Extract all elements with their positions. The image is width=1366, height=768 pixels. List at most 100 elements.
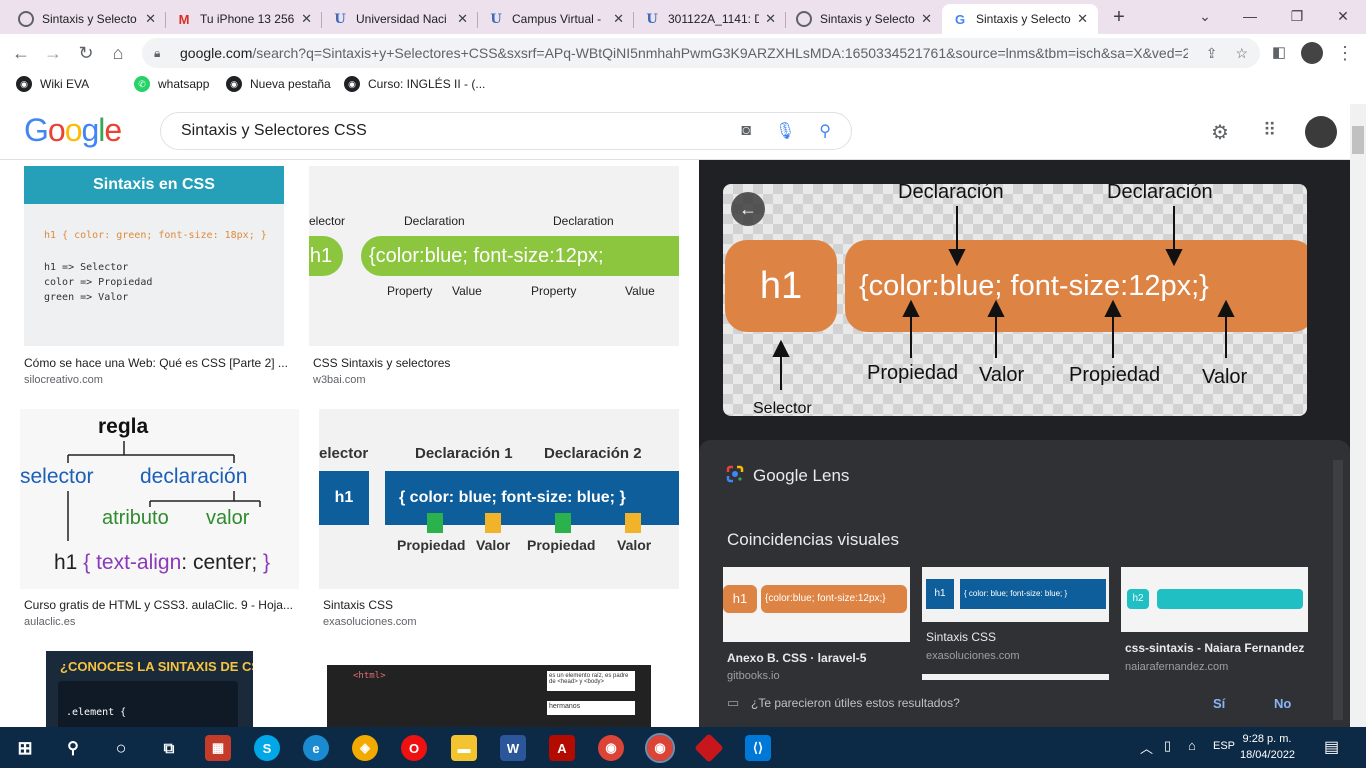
tab-sintaxis-active[interactable]: G Sintaxis y Selecto ✕	[942, 4, 1098, 34]
preview-image[interactable]: Declaración Declaración h1 {color:blue; …	[723, 184, 1307, 416]
bookmark-wiki-eva[interactable]: ◉ Wiki EVA	[16, 76, 89, 92]
vpn-icon[interactable]: ◈	[352, 735, 378, 761]
lens-title[interactable]: Google Lens	[753, 466, 849, 486]
tab-course[interactable]: U 301122A_1141: D ✕	[634, 4, 786, 34]
result-title-3[interactable]: Curso gratis de HTML y CSS3. aulaClic. 9…	[24, 598, 294, 612]
search-box[interactable]: Sintaxis y Selectores CSS ◙ 🎙︎ ⚲	[160, 112, 852, 150]
new-tab-button[interactable]: +	[1106, 6, 1132, 28]
result-image-3[interactable]: regla selector declaración atributo valo…	[20, 409, 299, 589]
result-source-4[interactable]: exasoluciones.com	[323, 616, 417, 628]
search-icon[interactable]: ⚲	[819, 121, 831, 141]
file-explorer-icon[interactable]: ▬	[451, 735, 477, 761]
tab-sintaxis-2[interactable]: Sintaxis y Selecto ✕	[786, 4, 942, 34]
language-indicator[interactable]: ESP	[1213, 740, 1235, 752]
search-icon[interactable]: ⚲	[60, 735, 86, 761]
apps-icon[interactable]: ⠿	[1263, 120, 1276, 141]
chevron-up-icon[interactable]: ︿	[1140, 738, 1153, 757]
result-title-4[interactable]: Sintaxis CSS	[323, 598, 593, 612]
result-source-3[interactable]: aulaclic.es	[24, 616, 75, 628]
opera-icon[interactable]: O	[401, 735, 427, 761]
share-icon[interactable]: ⇪	[1206, 45, 1218, 62]
visual-match-source-3[interactable]: naiarafernandez.com	[1125, 661, 1228, 673]
result-source-2[interactable]: w3bai.com	[313, 374, 366, 386]
task-view-icon[interactable]: ⧉	[156, 735, 182, 761]
tab-gmail[interactable]: M Tu iPhone 13 256 ✕	[166, 4, 322, 34]
camera-icon[interactable]: ◙	[741, 122, 751, 140]
address-bar[interactable]: 🔒︎ google.com/search?q=Sintaxis+y+Select…	[142, 38, 1260, 68]
home-button[interactable]: ⌂	[107, 42, 129, 64]
result-source-1[interactable]: silocreativo.com	[24, 374, 103, 386]
result-image-1[interactable]: Sintaxis en CSS h1 { color: green; font-…	[24, 166, 284, 346]
vscode-icon[interactable]: ⟨⟩	[745, 735, 771, 761]
visual-match-source-1[interactable]: gitbooks.io	[727, 670, 780, 682]
minimize-button[interactable]: —	[1235, 4, 1265, 28]
close-icon[interactable]: ✕	[921, 11, 932, 27]
clock[interactable]: 9:28 p. m. 18/04/2022	[1240, 731, 1295, 763]
acrobat-icon[interactable]: A	[549, 735, 575, 761]
close-icon[interactable]: ✕	[457, 11, 468, 27]
forward-button[interactable]: →	[42, 42, 64, 64]
back-button[interactable]: ←	[10, 42, 32, 64]
search-input[interactable]: Sintaxis y Selectores CSS	[181, 122, 717, 140]
visual-match-3[interactable]: h2	[1121, 567, 1308, 632]
panel-scrollbar[interactable]	[1333, 460, 1343, 720]
feedback-no-button[interactable]: No	[1274, 696, 1291, 711]
reload-button[interactable]: ↻	[75, 42, 97, 64]
word-icon[interactable]: W	[500, 735, 526, 761]
network-icon[interactable]: ⌂	[1188, 738, 1196, 753]
menu-icon[interactable]: ⋮	[1334, 42, 1356, 64]
tab-sintaxis-1[interactable]: Sintaxis y Selecto ✕	[8, 4, 166, 34]
close-icon[interactable]: ✕	[145, 11, 156, 27]
notifications-icon[interactable]: ▤	[1324, 737, 1339, 757]
skype-icon[interactable]: S	[254, 735, 280, 761]
chrome-icon[interactable]: ◉	[598, 735, 624, 761]
tab-campus[interactable]: U Campus Virtual - ✕	[478, 4, 634, 34]
cortana-icon[interactable]: ○	[108, 735, 134, 761]
close-icon[interactable]: ✕	[613, 11, 624, 27]
edge-icon[interactable]: e	[303, 735, 329, 761]
winrar-icon[interactable]: ▦	[205, 735, 231, 761]
tab-universidad[interactable]: U Universidad Naci ✕	[322, 4, 478, 34]
close-icon[interactable]: ✕	[1077, 11, 1088, 27]
result-title-2[interactable]: CSS Sintaxis y selectores	[313, 356, 583, 370]
bookmark-curso-ingles[interactable]: ◉ Curso: INGLÉS II - (...	[344, 76, 485, 92]
scrollbar-thumb[interactable]	[1352, 126, 1364, 154]
close-window-button[interactable]: ✕	[1328, 4, 1358, 28]
result2-decl1: Declaration	[404, 214, 465, 228]
visual-match-1[interactable]: h1 {color:blue; font-size:12px;}	[723, 567, 910, 642]
restore-button[interactable]: ❐	[1282, 4, 1312, 28]
feedback-yes-button[interactable]: Sí	[1213, 696, 1225, 711]
visual-match-source-2[interactable]: exasoluciones.com	[926, 650, 1020, 662]
result-title-1[interactable]: Cómo se hace una Web: Qué es CSS [Parte …	[24, 356, 294, 370]
windows-start-icon[interactable]: ⊞	[12, 735, 38, 761]
result-image-4[interactable]: elector Declaración 1 Declaración 2 h1 {…	[319, 409, 679, 589]
visual-match-4[interactable]	[922, 674, 1109, 680]
star-icon[interactable]: ☆	[1235, 45, 1248, 62]
device-icon[interactable]: ▯	[1164, 738, 1171, 754]
result-image-5[interactable]: ¿CONOCES LA SINTAXIS DE CSS? .element {	[46, 651, 253, 727]
anydesk-icon[interactable]	[694, 733, 724, 763]
page-scrollbar[interactable]	[1350, 104, 1366, 727]
yellow-arrow-icon	[485, 513, 501, 533]
visual-match-title-1[interactable]: Anexo B. CSS · laravel-5	[727, 651, 866, 665]
profile-avatar[interactable]	[1301, 42, 1323, 64]
visual-match-title-2[interactable]: Sintaxis CSS	[926, 630, 996, 644]
bookmark-whatsapp[interactable]: ✆ whatsapp	[134, 76, 209, 92]
microphone-icon[interactable]: 🎙︎	[775, 121, 795, 141]
visual-match-2[interactable]: h1 { color: blue; font-size: blue; }	[922, 567, 1109, 622]
preview-prop1: Propiedad	[867, 362, 959, 384]
settings-icon[interactable]: ⚙	[1211, 120, 1229, 145]
visual-match-title-3[interactable]: css-sintaxis - Naiara Fernandez	[1125, 641, 1304, 655]
result1-code-line: h1 { color: green; font-size: 18px; }	[44, 230, 267, 241]
back-arrow-icon[interactable]: ←	[731, 192, 765, 226]
result-image-2[interactable]: elector Declaration Declaration h1 {colo…	[309, 166, 679, 346]
bookmark-nueva-pestana[interactable]: ◉ Nueva pestaña	[226, 76, 331, 92]
result-image-6[interactable]: <html> es un elemento raíz, es padre de …	[327, 665, 651, 727]
account-avatar[interactable]	[1305, 116, 1337, 148]
side-panel-icon[interactable]: ◧	[1268, 42, 1290, 64]
tab-search-icon[interactable]: ⌄	[1190, 4, 1220, 28]
chrome-active-icon[interactable]: ◉	[645, 733, 675, 763]
close-icon[interactable]: ✕	[765, 11, 776, 27]
close-icon[interactable]: ✕	[301, 11, 312, 27]
google-logo[interactable]: Google	[24, 112, 122, 149]
